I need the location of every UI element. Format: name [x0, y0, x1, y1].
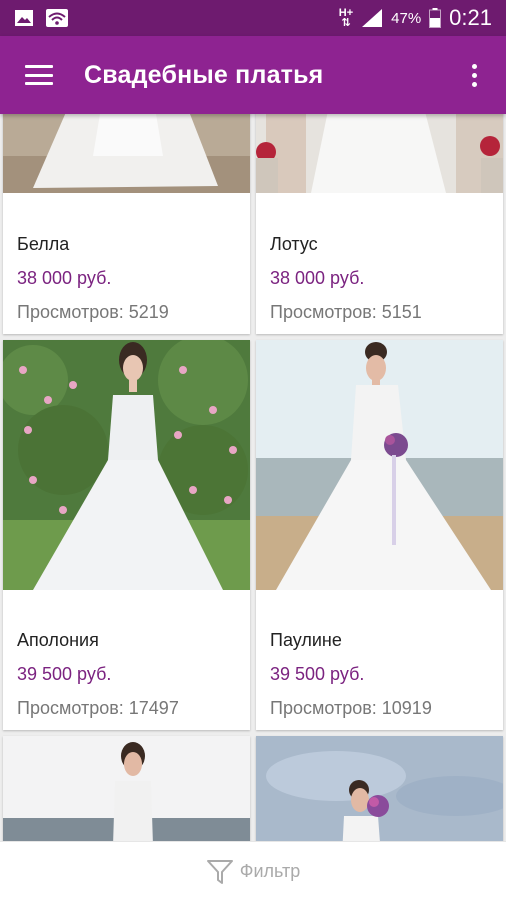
battery-icon — [429, 8, 442, 28]
product-card-pauline[interactable]: Паулине 39 500 руб. Просмотров: 10919 — [256, 340, 503, 730]
bottom-bar: Фильтр — [0, 841, 506, 901]
wifi-icon — [46, 9, 68, 27]
product-price: 38 000 руб. — [17, 268, 112, 288]
product-views: Просмотров: 17497 — [17, 698, 179, 718]
product-views: Просмотров: 5151 — [270, 302, 422, 322]
product-views: Просмотров: 5219 — [17, 302, 169, 322]
filter-button[interactable]: Фильтр — [206, 858, 300, 886]
product-price: 38 000 руб. — [270, 268, 365, 288]
menu-icon[interactable] — [25, 65, 53, 85]
product-card-lotus[interactable]: Лотус 38 000 руб. Просмотров: 5151 — [256, 96, 503, 334]
product-card-apolonia[interactable]: Аполония 39 500 руб. Просмотров: 17497 — [3, 340, 250, 730]
image-icon — [15, 10, 33, 26]
product-photo — [256, 340, 503, 590]
product-name: Паулине — [270, 630, 342, 650]
filter-label: Фильтр — [239, 861, 301, 881]
product-name: Аполония — [17, 630, 99, 650]
product-views: Просмотров: 10919 — [270, 698, 432, 718]
network-type: H+ ⇅ — [338, 7, 354, 29]
product-card-bella[interactable]: Белла 38 000 руб. Просмотров: 5219 — [3, 96, 250, 334]
product-name: Белла — [17, 234, 70, 254]
product-name: Лотус — [270, 234, 318, 254]
more-vert-icon[interactable] — [472, 63, 478, 87]
product-price: 39 500 руб. — [17, 664, 112, 684]
status-bar: H+ ⇅ 47% 0:21 — [0, 0, 506, 36]
clock: 0:21 — [449, 5, 492, 30]
signal-icon — [362, 9, 383, 27]
app-bar: Свадебные платья — [0, 36, 506, 114]
product-photo — [3, 340, 250, 590]
filter-icon — [206, 859, 233, 884]
page-title: Свадебные платья — [84, 60, 324, 89]
battery-percent: 47% — [391, 9, 422, 27]
product-price: 39 500 руб. — [270, 664, 365, 684]
